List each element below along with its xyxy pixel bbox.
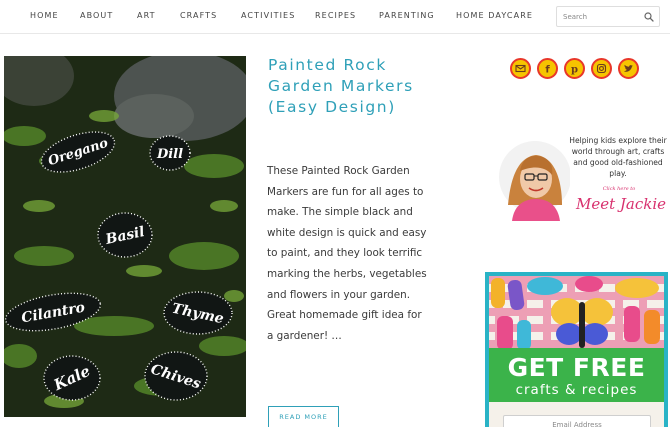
nav-about[interactable]: ABOUT: [80, 11, 113, 20]
painted-rocks-photo[interactable]: Oregano Dill Basil Cilantro Thyme Kale C…: [4, 56, 246, 417]
email-icon[interactable]: [510, 58, 531, 79]
promo-subline: crafts & recipes: [515, 382, 638, 398]
meet-click-here: Click here to: [602, 186, 636, 192]
rock-label-dill: Dill: [156, 147, 183, 162]
painted-rocks-illustration: Oregano Dill Basil Cilantro Thyme Kale C…: [4, 56, 246, 417]
search-box: [556, 6, 660, 27]
nav-recipes[interactable]: RECIPES: [315, 11, 356, 20]
search-input[interactable]: [557, 7, 641, 26]
email-address-input[interactable]: [503, 415, 651, 427]
top-navigation: HOME ABOUT ART CRAFTS ACTIVITIES RECIPES…: [0, 0, 670, 34]
nav-home[interactable]: HOME: [30, 11, 59, 20]
promo-headline: GET FREE: [507, 353, 646, 382]
meet-tagline: Helping kids explore their world through…: [569, 136, 667, 178]
instagram-icon[interactable]: [591, 58, 612, 79]
nav-art[interactable]: ART: [137, 11, 156, 20]
meet-jackie-link[interactable]: Meet Jackie: [573, 195, 669, 213]
article-excerpt: These Painted Rock Garden Markers are fu…: [267, 165, 427, 342]
jackie-portrait: [499, 141, 570, 221]
article-title[interactable]: Painted Rock Garden Markers (Easy Design…: [268, 55, 428, 118]
svg-text:p: p: [571, 65, 578, 76]
free-crafts-promo[interactable]: GET FREE crafts & recipes: [485, 272, 668, 427]
search-icon[interactable]: [643, 11, 655, 23]
nav-activities[interactable]: ACTIVITIES: [241, 11, 295, 20]
nav-crafts[interactable]: CRAFTS: [180, 11, 217, 20]
twitter-icon[interactable]: [618, 58, 639, 79]
meet-jackie-widget[interactable]: Helping kids explore their world through…: [498, 135, 668, 223]
nav-parenting[interactable]: PARENTING: [379, 11, 435, 20]
pinterest-icon[interactable]: p: [564, 58, 585, 79]
nav-home-daycare[interactable]: HOME DAYCARE: [456, 11, 533, 20]
read-more-button[interactable]: READ MORE: [268, 406, 339, 427]
facebook-icon[interactable]: f: [537, 58, 558, 79]
svg-text:f: f: [545, 65, 550, 76]
